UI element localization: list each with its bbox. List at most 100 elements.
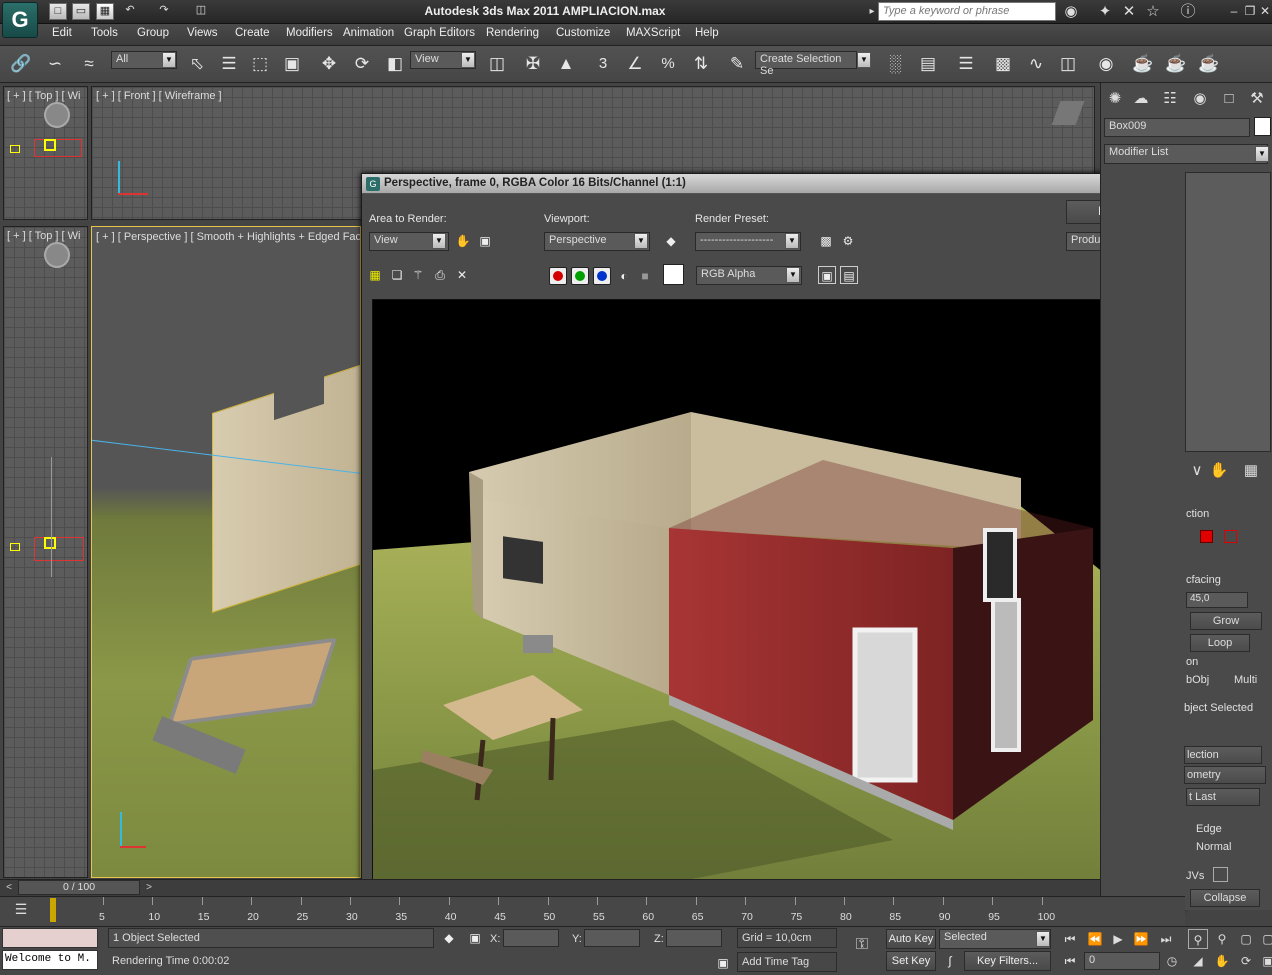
- menu-maxscript[interactable]: MAXScript: [626, 27, 680, 39]
- viewport-label[interactable]: [ + ] [ Top ] [ Wi: [7, 230, 80, 242]
- spinner-snap-icon[interactable]: ⇅: [688, 50, 714, 78]
- red-channel-toggle[interactable]: [549, 267, 567, 285]
- edge-option[interactable]: Edge: [1196, 823, 1222, 835]
- favorites-star-icon[interactable]: ☆: [1142, 2, 1164, 22]
- modifier-list-dropdown[interactable]: Modifier List: [1104, 144, 1268, 164]
- modify-tab-icon[interactable]: ☁: [1130, 88, 1152, 110]
- ignore-backfacing-label[interactable]: cfacing: [1186, 574, 1221, 586]
- chevron-down-icon[interactable]: ▼: [461, 52, 475, 68]
- window-crossing-icon[interactable]: ▣: [279, 50, 305, 78]
- viewport-left[interactable]: [ + ] [ Top ] [ Wi: [3, 226, 88, 878]
- object-name-field[interactable]: Box009: [1104, 118, 1250, 137]
- threshold-field[interactable]: 45,0: [1186, 592, 1248, 608]
- keyboard-shortcut-override-icon[interactable]: ▲: [553, 50, 579, 78]
- z-coordinate-field[interactable]: [666, 929, 722, 947]
- repeat-last-button[interactable]: t Last: [1186, 788, 1260, 806]
- named-selection-set-dropdown[interactable]: Create Selection Se: [755, 51, 857, 77]
- normal-option[interactable]: Normal: [1196, 841, 1231, 853]
- go-to-start-icon[interactable]: ⏮: [1060, 929, 1080, 949]
- menu-create[interactable]: Create: [235, 27, 270, 39]
- select-and-rotate-icon[interactable]: ⟳: [349, 50, 375, 78]
- zoom-extents-icon[interactable]: ▢: [1236, 929, 1256, 949]
- current-frame-field[interactable]: 0: [1084, 952, 1160, 970]
- curve-editor-icon[interactable]: ∿: [1023, 50, 1049, 78]
- select-and-move-icon[interactable]: ✥: [316, 50, 342, 78]
- create-tab-icon[interactable]: ✺: [1104, 88, 1126, 110]
- chevron-down-icon[interactable]: ▼: [785, 233, 799, 249]
- minimize-icon[interactable]: –: [1226, 3, 1242, 19]
- chevron-left-icon[interactable]: <: [2, 881, 16, 895]
- zoom-extents-all-icon[interactable]: ▢: [1258, 929, 1272, 949]
- chevron-down-icon[interactable]: ▼: [1255, 146, 1269, 162]
- help-icon[interactable]: ⓘ: [1177, 2, 1199, 22]
- grow-button[interactable]: Grow: [1190, 612, 1262, 630]
- monochrome-icon[interactable]: ■: [636, 267, 654, 285]
- select-by-name-icon[interactable]: ☰: [216, 50, 242, 78]
- key-mode-dropdown[interactable]: Selected: [939, 929, 1051, 949]
- frame-counter[interactable]: 0 / 100: [18, 880, 140, 895]
- previous-frame-icon[interactable]: ⏪: [1085, 929, 1105, 949]
- swatch-color[interactable]: [663, 264, 684, 285]
- soft-selection-rollout[interactable]: lection: [1184, 746, 1262, 764]
- pan-hand-icon[interactable]: ✋: [454, 232, 472, 250]
- subscription-icon[interactable]: ✦: [1094, 2, 1116, 22]
- rectangular-selection-icon[interactable]: ⬚: [247, 50, 273, 78]
- go-to-end-icon[interactable]: ⏭: [1156, 929, 1176, 949]
- percent-snap-icon[interactable]: %: [655, 50, 681, 78]
- modifier-stack[interactable]: [1185, 172, 1271, 452]
- default-in-out-tangent-icon[interactable]: ∫: [941, 952, 959, 970]
- redo-icon[interactable]: ↷: [155, 3, 173, 20]
- mirror-icon[interactable]: ░: [882, 50, 908, 78]
- clone-frame-icon[interactable]: ⚚: [409, 266, 427, 284]
- mini-curve-editor-icon[interactable]: ☰: [10, 901, 32, 919]
- show-end-result-icon[interactable]: ✋: [1208, 460, 1230, 482]
- material-editor-icon[interactable]: ◉: [1093, 50, 1119, 78]
- edit-named-selection-icon[interactable]: ✎: [724, 50, 750, 78]
- preserve-uvs-label[interactable]: JVs: [1186, 870, 1204, 882]
- absolute-mode-icon[interactable]: ▣: [466, 929, 484, 947]
- x-coordinate-field[interactable]: [503, 929, 559, 947]
- environment-effects-icon[interactable]: ⚙: [839, 232, 857, 250]
- menu-customize[interactable]: Customize: [556, 27, 610, 39]
- viewport-label[interactable]: [ + ] [ Perspective ] [ Smooth + Highlig…: [96, 231, 360, 243]
- menu-modifiers[interactable]: Modifiers: [286, 27, 333, 39]
- viewcube-icon[interactable]: [1051, 101, 1085, 125]
- collapse-button[interactable]: Collapse: [1190, 889, 1260, 907]
- select-object-icon[interactable]: ⬁: [184, 50, 210, 78]
- menu-group[interactable]: Group: [137, 27, 169, 39]
- menu-tools[interactable]: Tools: [91, 27, 118, 39]
- close-icon[interactable]: ✕: [1257, 3, 1272, 19]
- menu-help[interactable]: Help: [695, 27, 719, 39]
- menu-views[interactable]: Views: [187, 27, 217, 39]
- current-frame-marker[interactable]: [50, 898, 56, 922]
- set-key-icon[interactable]: ⚿: [847, 936, 877, 960]
- copy-image-icon[interactable]: ❏: [388, 266, 406, 284]
- unlink-icon[interactable]: ∽: [42, 50, 68, 78]
- maximize-viewport-icon[interactable]: ▣: [1258, 951, 1272, 971]
- render-production-icon[interactable]: ☕: [1196, 50, 1222, 78]
- zoom-icon[interactable]: ⚲: [1188, 929, 1208, 949]
- pivot-center-icon[interactable]: ◫: [484, 50, 510, 78]
- restore-icon[interactable]: ❐: [1242, 3, 1258, 19]
- y-coordinate-field[interactable]: [584, 929, 640, 947]
- toggle-ui-icon[interactable]: ▤: [840, 266, 858, 284]
- green-channel-toggle[interactable]: [571, 267, 589, 285]
- print-image-icon[interactable]: ⎙: [431, 266, 449, 284]
- time-tag-icon[interactable]: ▣: [714, 954, 732, 972]
- clear-icon[interactable]: ✕: [453, 266, 471, 284]
- viewcube-icon[interactable]: [44, 102, 70, 128]
- angle-snap-icon[interactable]: ∠: [622, 50, 648, 78]
- time-configuration-icon[interactable]: ◷: [1162, 951, 1182, 971]
- auto-key-button[interactable]: Auto Key: [886, 929, 936, 949]
- chevron-down-icon[interactable]: ▼: [432, 233, 446, 249]
- menu-animation[interactable]: Animation: [343, 27, 394, 39]
- app-logo-icon[interactable]: G: [2, 2, 38, 38]
- select-and-link-icon[interactable]: 🔗: [8, 50, 34, 78]
- chevron-down-icon[interactable]: ▼: [857, 52, 871, 68]
- layer-manager-icon[interactable]: ☰: [953, 50, 979, 78]
- align-icon[interactable]: ▤: [915, 50, 941, 78]
- chevron-down-icon[interactable]: ▼: [162, 52, 176, 68]
- rendered-frame-window-icon[interactable]: ☕: [1163, 50, 1189, 78]
- field-of-view-icon[interactable]: ◢: [1188, 951, 1208, 971]
- loop-button[interactable]: Loop: [1190, 634, 1250, 652]
